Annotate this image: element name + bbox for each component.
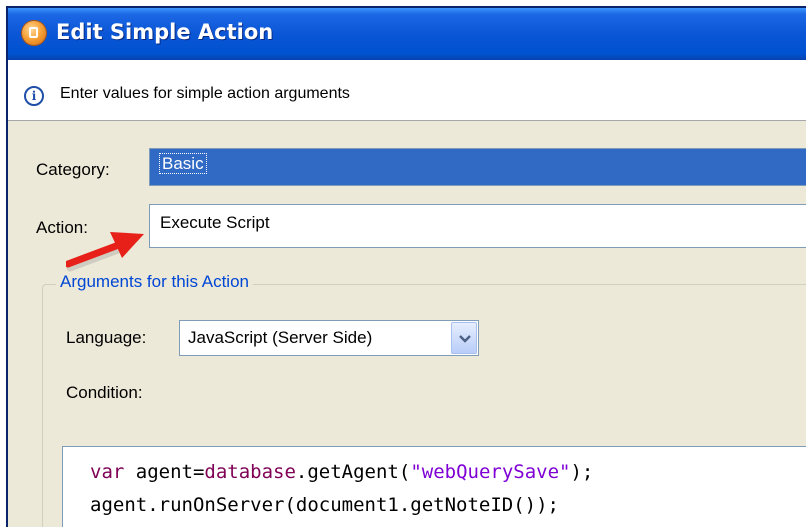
- language-label: Language:: [66, 328, 147, 347]
- title-bar[interactable]: Edit Simple Action: [8, 8, 806, 60]
- condition-label: Condition:: [66, 383, 143, 402]
- dropdown-arrow-icon: [459, 335, 471, 343]
- code-text: );: [570, 461, 594, 483]
- code-text: agent=: [124, 461, 205, 483]
- code-line-2: agent.runOnServer(document1.getNoteID())…: [90, 494, 559, 516]
- info-banner: i Enter values for simple action argumen…: [8, 60, 806, 121]
- language-value: JavaScript (Server Side): [188, 328, 373, 347]
- code-keyword: var: [90, 461, 125, 483]
- info-message: Enter values for simple action arguments: [60, 85, 350, 102]
- code-object: database: [204, 461, 296, 483]
- code-line-1: var agent=database.getAgent("webQuerySav…: [90, 461, 593, 483]
- action-field[interactable]: Execute Script: [149, 204, 806, 248]
- edit-simple-action-dialog: Edit Simple Action i Enter values for si…: [6, 6, 806, 527]
- category-value: Basic: [159, 153, 207, 174]
- red-arrow-icon: [66, 232, 144, 272]
- language-select[interactable]: JavaScript (Server Side): [179, 320, 479, 356]
- info-icon: i: [24, 86, 44, 106]
- window-title: Edit Simple Action: [56, 20, 274, 44]
- app-icon: [22, 21, 46, 45]
- script-editor[interactable]: var agent=database.getAgent("webQuerySav…: [62, 446, 806, 527]
- category-field[interactable]: Basic: [149, 148, 806, 186]
- code-string: "webQuerySave": [410, 461, 571, 483]
- category-label: Category:: [36, 160, 110, 179]
- arguments-group-title: Arguments for this Action: [56, 272, 253, 292]
- language-dropdown-button[interactable]: [451, 322, 477, 354]
- code-text: .getAgent(: [295, 461, 411, 483]
